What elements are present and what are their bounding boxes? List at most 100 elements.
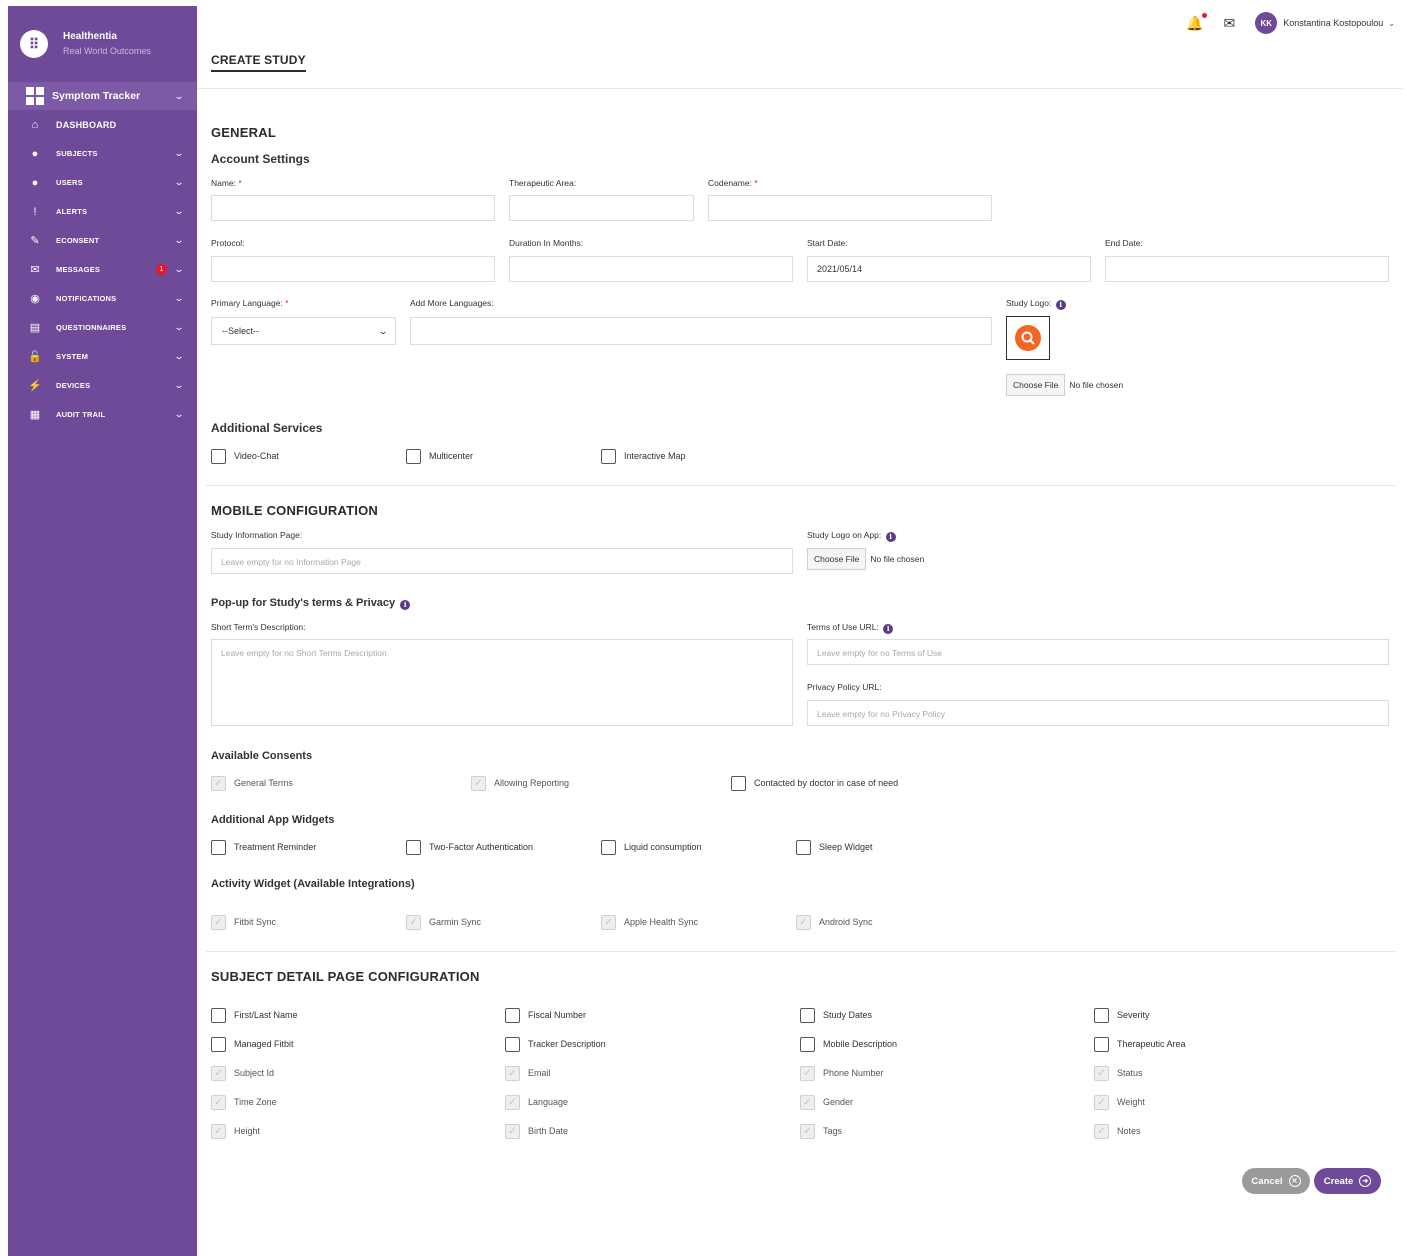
subject-field-fiscal-number[interactable]: Fiscal Number (505, 1007, 586, 1023)
checkbox-label: Android Sync (819, 917, 873, 927)
checkbox[interactable] (406, 839, 421, 855)
checkbox[interactable] (211, 448, 226, 464)
checkbox-label: Status (1117, 1068, 1143, 1078)
chevron-down-icon: ⌄ (173, 409, 185, 419)
checkbox[interactable] (505, 1036, 520, 1052)
subject-field-tracker-description[interactable]: Tracker Description (505, 1036, 606, 1052)
start-date-input[interactable]: 2021/05/14 (807, 256, 1091, 282)
info-page-input[interactable]: Leave empty for no Information Page (211, 548, 793, 574)
info-page-label: Study Information Page: (211, 530, 303, 540)
tracker-selector[interactable]: Symptom Tracker ⌄ (8, 82, 197, 110)
sidebar-item-audit-trail[interactable]: ▦ AUDIT TRAIL ⌄ (8, 400, 197, 429)
notification-icon: ◉ (30, 293, 40, 305)
widget-sleep[interactable]: Sleep Widget (796, 839, 873, 855)
short-terms-textarea[interactable]: Leave empty for no Short Terms Descripti… (211, 639, 793, 726)
subject-field-mobile-description[interactable]: Mobile Description (800, 1036, 897, 1052)
checkbox[interactable] (211, 1007, 226, 1023)
home-icon: ⌂ (31, 118, 39, 131)
sidebar-item-label: DASHBOARD (56, 119, 117, 130)
subject-field-managed-fitbit[interactable]: Managed Fitbit (211, 1036, 294, 1052)
checkbox-label: Apple Health Sync (624, 917, 699, 927)
activity-apple-health: Apple Health Sync (601, 914, 698, 930)
study-logo-file: Choose File No file chosen (1006, 374, 1123, 396)
subject-field-therapeutic-area[interactable]: Therapeutic Area (1094, 1036, 1186, 1052)
choose-file-button[interactable]: Choose File (1006, 374, 1066, 396)
name-input[interactable] (211, 195, 495, 221)
sidebar-item-dashboard[interactable]: ⌂ DASHBOARD (8, 110, 197, 139)
avatar[interactable]: KK (1255, 12, 1278, 34)
checkbox[interactable] (505, 1007, 520, 1023)
checkbox-label: Language (528, 1097, 569, 1107)
create-button[interactable]: Create ➜ (1314, 1168, 1381, 1194)
cancel-button[interactable]: Cancel ✕ (1242, 1168, 1310, 1194)
checkbox-label: Fitbit Sync (234, 917, 277, 927)
sidebar-item-users[interactable]: ● USERS ⌄ (8, 168, 197, 197)
list-icon: ▤ (29, 322, 41, 334)
codename-label: Codename: * (708, 178, 758, 188)
checkbox[interactable] (601, 839, 616, 855)
checkbox[interactable] (406, 448, 421, 464)
widget-treatment-reminder[interactable]: Treatment Reminder (211, 839, 316, 855)
widget-liquid-consumption[interactable]: Liquid consumption (601, 839, 702, 855)
widget-two-factor[interactable]: Two-Factor Authentication (406, 839, 533, 855)
codename-input[interactable] (708, 195, 992, 221)
choose-file-button[interactable]: Choose File (807, 548, 867, 570)
sidebar-item-devices[interactable]: ⚡ DEVICES ⌄ (8, 371, 197, 400)
divider (197, 88, 1403, 89)
end-date-input[interactable] (1105, 256, 1389, 282)
mail-icon[interactable]: ✉ (1223, 15, 1235, 32)
checkbox[interactable] (800, 1007, 815, 1023)
chevron-down-icon: ⌄ (173, 264, 185, 274)
chevron-down-icon[interactable]: ⌄ (1388, 19, 1395, 28)
sidebar-item-system[interactable]: 🔓 SYSTEM ⌄ (8, 342, 197, 371)
checkbox[interactable] (1094, 1036, 1109, 1052)
subject-field-first-last-name[interactable]: First/Last Name (211, 1007, 298, 1023)
info-icon[interactable]: i (885, 531, 896, 542)
service-multicenter[interactable]: Multicenter (406, 448, 473, 464)
sidebar-item-subjects[interactable]: ● SUBJECTS ⌄ (8, 139, 197, 168)
user-name[interactable]: Konstantina Kostopoulou (1283, 18, 1383, 28)
sidebar-item-notifications[interactable]: ◉ NOTIFICATIONS ⌄ (8, 284, 197, 313)
consent-contacted-by-doctor[interactable]: Contacted by doctor in case of need (731, 775, 898, 791)
info-icon[interactable]: i (400, 599, 411, 610)
checkbox (211, 914, 226, 930)
subject-field-notes: Notes (1094, 1123, 1141, 1139)
person-icon: ● (31, 176, 39, 189)
checkbox[interactable] (800, 1036, 815, 1052)
primary-language-select[interactable]: --Select-- ⌄ (211, 317, 396, 345)
subject-field-study-dates[interactable]: Study Dates (800, 1007, 872, 1023)
duration-input[interactable] (509, 256, 793, 282)
logo-app-file: Choose File No file chosen (807, 548, 924, 570)
brand[interactable]: ⠿ Healthentia Real World Outcomes (8, 6, 197, 82)
checkbox[interactable] (796, 839, 811, 855)
sidebar-item-econsent[interactable]: ✎ ECONSENT ⌄ (8, 226, 197, 255)
checkbox[interactable] (1094, 1007, 1109, 1023)
therapeutic-area-input[interactable] (509, 195, 694, 221)
cancel-label: Cancel (1251, 1175, 1283, 1187)
checkbox[interactable] (211, 839, 226, 855)
checkbox[interactable] (601, 448, 616, 464)
terms-url-input[interactable]: Leave empty for no Terms of Use (807, 639, 1389, 665)
sidebar-nav: ⌂ DASHBOARD ● SUBJECTS ⌄ ● USERS ⌄! ALERTS ⌄ ✎ ECON… (8, 110, 197, 429)
more-languages-input[interactable] (410, 317, 992, 345)
app-widgets-heading: Additional App Widgets (211, 814, 335, 826)
subject-field-tags: Tags (800, 1123, 842, 1139)
bell-icon[interactable]: 🔔 (1186, 12, 1208, 32)
sidebar-item-messages[interactable]: ✉ MESSAGES 1 ⌄ (8, 255, 197, 284)
sidebar-item-questionnaires[interactable]: ▤ QUESTIONNAIRES ⌄ (8, 313, 197, 342)
sidebar-item-alerts[interactable]: ! ALERTS ⌄ (8, 197, 197, 226)
privacy-url-input[interactable]: Leave empty for no Privacy Policy (807, 700, 1389, 726)
service-interactive-map[interactable]: Interactive Map (601, 448, 686, 464)
sidebar-item-label: SYSTEM (56, 352, 89, 361)
checkbox-label: Liquid consumption (624, 842, 702, 852)
service-video-chat[interactable]: Video-Chat (211, 448, 279, 464)
info-icon[interactable]: i (1055, 299, 1066, 310)
sidebar-item-label: DEVICES (56, 381, 91, 390)
info-icon[interactable]: i (883, 623, 894, 634)
file-status: No file chosen (870, 554, 925, 564)
subject-field-severity[interactable]: Severity (1094, 1007, 1150, 1023)
checkbox[interactable] (211, 1036, 226, 1052)
protocol-input[interactable] (211, 256, 495, 282)
chevron-down-icon: ⌄ (173, 148, 185, 158)
checkbox[interactable] (731, 775, 746, 791)
